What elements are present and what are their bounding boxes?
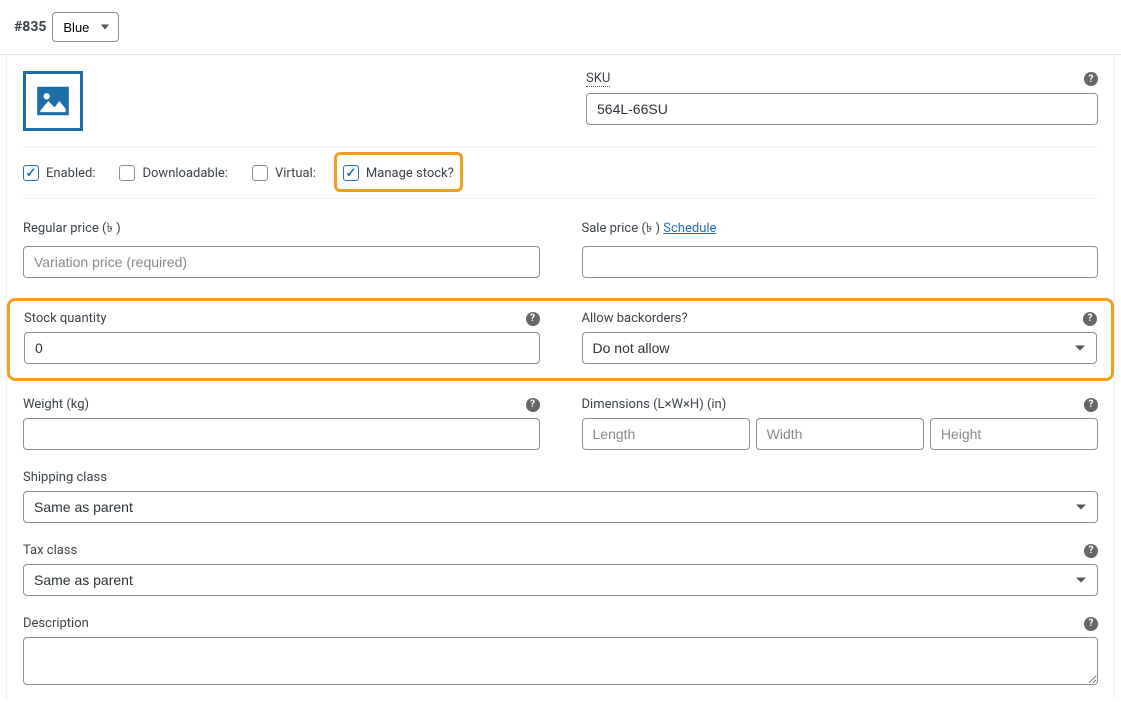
regular-price-label: Regular price (৳ ) — [23, 219, 540, 240]
sale-price-input[interactable] — [582, 246, 1099, 278]
weight-label: Weight (kg) — [23, 397, 89, 412]
help-icon[interactable]: ? — [526, 398, 540, 412]
height-input[interactable] — [930, 418, 1098, 450]
length-input[interactable] — [582, 418, 750, 450]
dimensions-label: Dimensions (L×W×H) (in) — [582, 397, 727, 412]
variation-image-placeholder[interactable] — [23, 71, 83, 131]
shipping-class-select[interactable]: Same as parent — [23, 491, 1098, 523]
description-label: Description — [23, 616, 89, 631]
stock-qty-label: Stock quantity — [24, 311, 107, 326]
tax-class-label: Tax class — [23, 543, 77, 558]
manage-stock-checkbox[interactable] — [343, 165, 359, 181]
sale-price-label: Sale price (৳ ) Schedule — [582, 219, 1099, 240]
help-icon[interactable]: ? — [1084, 72, 1098, 86]
attribute-select[interactable]: Blue — [52, 12, 119, 42]
help-icon[interactable]: ? — [1084, 398, 1098, 412]
virtual-checkbox[interactable] — [252, 165, 268, 181]
variation-header: #835 Blue — [0, 0, 1121, 55]
help-icon[interactable]: ? — [1084, 544, 1098, 558]
description-textarea[interactable] — [23, 637, 1098, 685]
sku-label: SKU — [586, 71, 610, 87]
help-icon[interactable]: ? — [1083, 312, 1097, 326]
stock-qty-input[interactable] — [24, 332, 540, 364]
manage-stock-highlight: Manage stock? — [334, 152, 463, 192]
backorders-select[interactable]: Do not allow — [582, 332, 1098, 364]
checkbox-row: Enabled: Downloadable: Virtual: Manage s… — [23, 148, 1098, 199]
weight-input[interactable] — [23, 418, 540, 450]
backorders-label: Allow backorders? — [582, 311, 688, 326]
enabled-label: Enabled: — [46, 166, 95, 181]
sku-input[interactable] — [586, 93, 1098, 125]
tax-class-select[interactable]: Same as parent — [23, 564, 1098, 596]
schedule-link[interactable]: Schedule — [663, 221, 716, 236]
manage-stock-label: Manage stock? — [366, 166, 454, 181]
downloadable-label: Downloadable: — [142, 166, 227, 181]
variation-body: SKU ? Enabled: Downloadable: Virtual: Ma… — [6, 55, 1115, 699]
downloadable-checkbox[interactable] — [119, 165, 135, 181]
help-icon[interactable]: ? — [526, 312, 540, 326]
shipping-class-label: Shipping class — [23, 470, 1098, 485]
width-input[interactable] — [756, 418, 924, 450]
regular-price-input[interactable] — [23, 246, 540, 278]
enabled-checkbox[interactable] — [23, 165, 39, 181]
help-icon[interactable]: ? — [1084, 617, 1098, 631]
image-placeholder-icon — [34, 82, 72, 120]
virtual-label: Virtual: — [275, 166, 316, 181]
stock-highlight-row: Stock quantity ? Allow backorders? ? Do … — [7, 298, 1114, 381]
variation-id: #835 — [14, 19, 46, 35]
